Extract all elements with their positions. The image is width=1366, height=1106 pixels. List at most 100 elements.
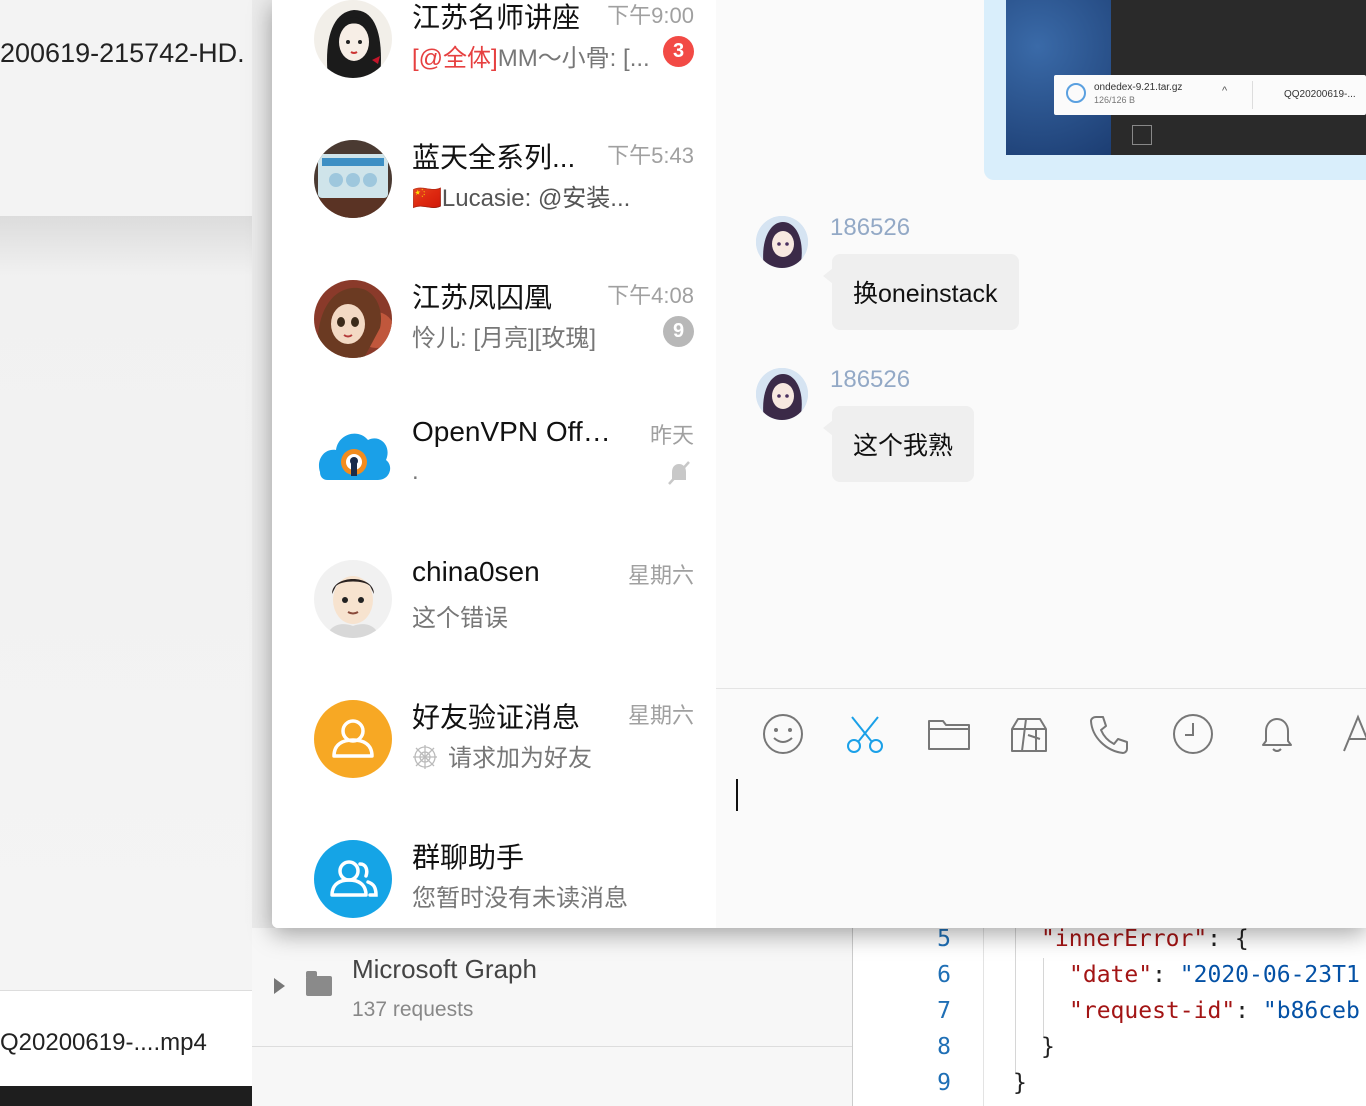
screenshot-image[interactable]: ondedex-9.21.tar.gz 126/126 B ^ QQ202006…	[1006, 0, 1366, 155]
conversation-name: OpenVPN Offic...	[412, 416, 612, 447]
json-punct: :	[1235, 998, 1263, 1024]
friend-request-icon	[314, 700, 392, 778]
json-key: "request-id"	[1069, 998, 1236, 1024]
collection-name: Microsoft Graph	[352, 954, 537, 984]
code-line: "request-id": "b86ceb	[1069, 998, 1360, 1024]
gift-icon[interactable]	[1006, 711, 1052, 757]
phone-icon[interactable]	[1086, 711, 1132, 757]
download-size: 126/126 B	[1094, 95, 1136, 105]
conversation-preview: 您暂时没有未读消息	[412, 885, 628, 912]
conversation-name: china0sen	[412, 556, 540, 587]
indent-guide	[1043, 958, 1044, 1038]
background-window-body	[0, 216, 252, 990]
divider	[1252, 81, 1253, 109]
indent-guide	[1015, 928, 1016, 1074]
file-name-label[interactable]: 200619-215742-HD.	[0, 38, 245, 69]
code-line: }	[1041, 1034, 1055, 1060]
caret-right-icon[interactable]	[274, 978, 285, 994]
json-key: "date"	[1069, 962, 1153, 988]
sender-name: 186526	[830, 366, 911, 393]
image-message-bubble[interactable]: ondedex-9.21.tar.gz 126/126 B ^ QQ202006…	[984, 0, 1366, 180]
json-response-viewer: 5 6 7 8 9 "innerError": { "date": "2020-…	[853, 926, 1366, 1106]
sender-name: 186526	[830, 214, 911, 241]
mention-tag: [@全体]	[412, 45, 498, 72]
code-line: "date": "2020-06-23T1	[1069, 962, 1360, 988]
unread-badge: 3	[663, 36, 694, 67]
chat-message-area: ondedex-9.21.tar.gz 126/126 B ^ QQ202006…	[716, 0, 1366, 688]
conversation-time: 星期六	[627, 703, 694, 728]
collections-sidebar: Microsoft Graph 137 requests	[252, 928, 853, 1106]
download-name: QQ20200619-...	[1284, 89, 1356, 100]
json-punct: : {	[1207, 926, 1249, 952]
line-number: 9	[937, 1070, 951, 1096]
spider-web-icon	[413, 745, 437, 769]
app-icon	[1132, 125, 1152, 145]
line-number: 5	[937, 926, 951, 952]
conversation-preview: 🇨🇳Lucasie: @安装...	[412, 185, 631, 212]
json-value: "b86ceb	[1262, 998, 1360, 1024]
avatar	[314, 560, 392, 638]
conversation-preview: [@全体]MM～小骨: [...	[412, 38, 662, 73]
conversation-name: 蓝天全系列...	[412, 142, 576, 173]
dark-strip	[0, 1086, 252, 1106]
conversation-time: 下午9:00	[607, 3, 694, 28]
json-punct: :	[1152, 962, 1180, 988]
line-number: 8	[937, 1034, 951, 1060]
avatar	[314, 420, 392, 498]
mute-bell-icon	[668, 461, 690, 485]
unread-badge: 9	[663, 316, 694, 347]
conversation-time: 下午4:08	[607, 283, 694, 308]
scissors-icon[interactable]	[842, 711, 888, 757]
preview-text: MM～小骨: [...	[497, 45, 650, 72]
conversation-name: 群聊助手	[412, 842, 525, 873]
json-punct: }	[1041, 1034, 1055, 1060]
conversation-item[interactable]: OpenVPN Offic... 昨天 .	[272, 402, 716, 542]
conversation-preview: 这个错误	[412, 605, 508, 632]
json-punct: }	[1013, 1070, 1027, 1096]
font-icon[interactable]	[1340, 711, 1366, 757]
download-shelf: ondedex-9.21.tar.gz 126/126 B ^ QQ202006…	[1054, 75, 1366, 115]
message-bubble[interactable]: 换oneinstack	[823, 254, 1019, 330]
conversation-item[interactable]: 群聊助手 您暂时没有未读消息	[272, 822, 716, 928]
conversation-preview: .	[412, 458, 419, 485]
background-finder-window: 200619-215742-HD.	[0, 0, 252, 216]
download-file-name[interactable]: Q20200619-....mp4	[0, 1029, 207, 1057]
conversation-name: 江苏名师讲座	[412, 2, 581, 33]
folder-icon	[306, 971, 332, 996]
avatar	[314, 280, 392, 358]
code-line: }	[1013, 1070, 1027, 1096]
download-name: ondedex-9.21.tar.gz	[1094, 82, 1183, 93]
avatar	[314, 0, 392, 78]
conversation-preview: 怜儿: [月亮][玫瑰]	[412, 325, 597, 352]
message-input-area	[716, 688, 1366, 928]
conversation-time: 昨天	[649, 423, 694, 448]
clock-icon[interactable]	[1170, 711, 1216, 757]
conversation-preview: 请求加为好友	[412, 738, 662, 773]
conversation-item[interactable]: 江苏名师讲座 下午9:00 [@全体]MM～小骨: [... 3	[272, 0, 716, 122]
json-key: "innerError"	[1041, 926, 1208, 952]
conversation-item[interactable]: china0sen 星期六 这个错误	[272, 542, 716, 682]
conversation-item[interactable]: 江苏凤囚凰 下午4:08 怜儿: [月亮][玫瑰] 9	[272, 262, 716, 402]
folder-icon[interactable]	[926, 711, 972, 757]
avatar[interactable]	[756, 368, 808, 420]
bell-icon[interactable]	[1254, 711, 1300, 757]
conversation-name: 江苏凤囚凰	[412, 282, 553, 313]
code-gutter-divider	[983, 928, 984, 1106]
group-assistant-icon	[314, 840, 392, 918]
collection-request-count: 137 requests	[352, 998, 474, 1021]
chevron-up-icon: ^	[1222, 85, 1228, 97]
download-bar: Q20200619-....mp4	[0, 990, 252, 1087]
chat-app-window: 江苏名师讲座 下午9:00 [@全体]MM～小骨: [... 3 蓝天全系列..…	[272, 0, 1366, 928]
preview-text: 请求加为好友	[448, 745, 592, 772]
avatar[interactable]	[756, 216, 808, 268]
conversation-list: 江苏名师讲座 下午9:00 [@全体]MM～小骨: [... 3 蓝天全系列..…	[272, 0, 717, 928]
conversation-item[interactable]: 好友验证消息 星期六 请求加为好友	[272, 682, 716, 822]
conversation-item[interactable]: 蓝天全系列... 下午5:43 🇨🇳Lucasie: @安装...	[272, 122, 716, 262]
conversation-name: 好友验证消息	[412, 702, 581, 733]
collection-item[interactable]: Microsoft Graph 137 requests	[252, 928, 852, 1047]
text-cursor[interactable]	[736, 779, 738, 811]
code-line: "innerError": {	[1041, 926, 1249, 952]
emoji-icon[interactable]	[760, 711, 806, 757]
message-bubble[interactable]: 这个我熟	[822, 406, 975, 482]
json-value: "2020-06-23T1	[1179, 962, 1360, 988]
